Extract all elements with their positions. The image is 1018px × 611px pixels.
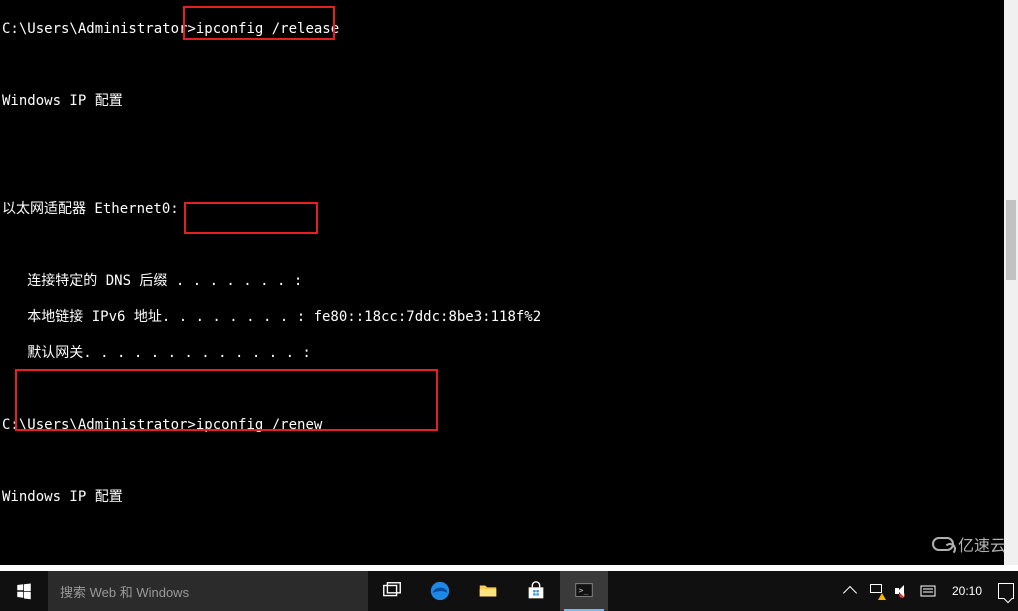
windows-logo-icon xyxy=(15,582,33,600)
ip-config-header: Windows IP 配置 xyxy=(2,489,123,505)
edge-browser-button[interactable] xyxy=(416,571,464,611)
tray-overflow-button[interactable] xyxy=(842,583,858,599)
link-ipv6-row: 本地链接 IPv6 地址. . . . . . . . : fe80::18cc… xyxy=(2,309,541,325)
taskbar-clock[interactable]: 20:10 xyxy=(946,584,988,598)
watermark-text: 亿速云 xyxy=(958,532,1006,556)
taskbar: 搜索 Web 和 Windows >_ 20:10 xyxy=(0,571,1018,611)
task-view-icon xyxy=(381,580,403,602)
cmd-release: ipconfig /release xyxy=(196,21,339,37)
store-button[interactable] xyxy=(512,571,560,611)
network-tray-icon[interactable] xyxy=(868,583,884,599)
watermark-cloud-icon xyxy=(932,537,954,551)
cmd-renew: ipconfig /renew xyxy=(196,417,322,433)
ip-config-header: Windows IP 配置 xyxy=(2,93,123,109)
edge-icon xyxy=(429,580,451,602)
input-indicator[interactable] xyxy=(920,583,936,599)
dns-suffix-row: 连接特定的 DNS 后缀 . . . . . . . : xyxy=(2,273,302,289)
notification-icon xyxy=(998,583,1014,599)
terminal-scrollbar[interactable] xyxy=(1004,0,1018,565)
chevron-up-icon xyxy=(843,586,857,600)
search-placeholder: 搜索 Web 和 Windows xyxy=(60,582,189,601)
volume-muted-icon xyxy=(895,584,909,598)
keyboard-icon xyxy=(920,583,936,599)
system-tray: 20:10 xyxy=(838,571,1018,611)
scrollbar-thumb[interactable] xyxy=(1006,200,1016,280)
file-explorer-button[interactable] xyxy=(464,571,512,611)
cmd-icon: >_ xyxy=(573,580,595,602)
store-icon xyxy=(525,580,547,602)
task-view-button[interactable] xyxy=(368,571,416,611)
search-box[interactable]: 搜索 Web 和 Windows xyxy=(48,571,368,611)
command-prompt-taskbar-button[interactable]: >_ xyxy=(560,571,608,611)
prompt: C:\Users\Administrator> xyxy=(2,417,196,433)
clock-time: 20:10 xyxy=(952,584,982,598)
default-gateway-row: 默认网关. . . . . . . . . . . . . : xyxy=(2,345,311,361)
action-center-button[interactable] xyxy=(998,583,1014,599)
folder-icon xyxy=(477,580,499,602)
adapter-ethernet: 以太网适配器 Ethernet0: xyxy=(2,201,179,217)
network-warning-icon xyxy=(868,584,884,598)
command-prompt-window[interactable]: C:\Users\Administrator>ipconfig /release… xyxy=(0,0,1004,565)
svg-text:>_: >_ xyxy=(579,585,589,595)
prompt: C:\Users\Administrator> xyxy=(2,21,196,37)
volume-tray-icon[interactable] xyxy=(894,583,910,599)
watermark: 亿速云 xyxy=(932,532,1006,556)
start-button[interactable] xyxy=(0,571,48,611)
